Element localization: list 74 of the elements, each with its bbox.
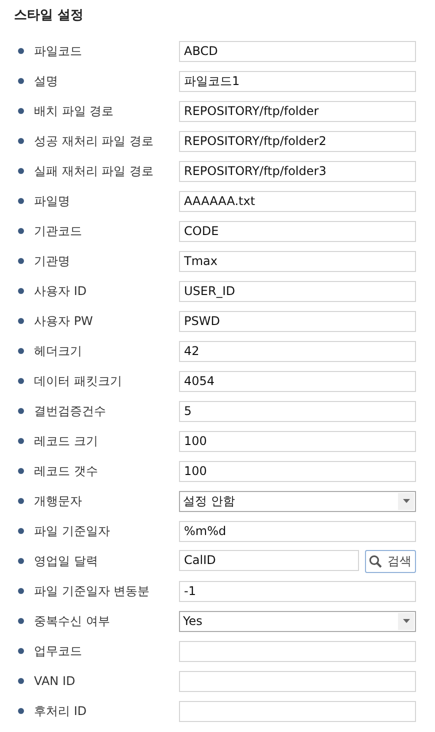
input-field[interactable]: AAAAAA.txt xyxy=(179,190,416,212)
section-title: 스타일 설정 xyxy=(14,7,85,24)
bullet-icon xyxy=(18,288,24,294)
bullet-icon xyxy=(18,468,24,474)
dropdown[interactable]: Yes xyxy=(179,610,416,632)
input-field[interactable] xyxy=(179,670,416,692)
input-field[interactable]: 100 xyxy=(179,430,416,452)
field-label: 파일명 xyxy=(34,192,70,210)
input-field[interactable]: USER_ID xyxy=(179,280,416,302)
field-label: 배치 파일 경로 xyxy=(34,102,114,120)
field-label: 파일 기준일자 xyxy=(34,522,110,540)
search-icon xyxy=(369,554,382,568)
input-field[interactable]: %m%d xyxy=(179,520,416,542)
input-field[interactable]: CalID xyxy=(179,550,359,570)
bullet-icon xyxy=(18,378,24,384)
field-label: 결번검증건수 xyxy=(34,402,106,420)
dropdown[interactable]: 설정 안함 xyxy=(179,490,416,512)
bullet-icon xyxy=(18,498,24,504)
input-field[interactable]: REPOSITORY/ftp/folder3 xyxy=(179,160,416,182)
input-field[interactable]: 42 xyxy=(179,340,416,362)
caret-icon xyxy=(402,619,410,623)
field-label: 실패 재처리 파일 경로 xyxy=(34,162,154,180)
field-label: 업무코드 xyxy=(34,642,82,660)
field-label: 레코드 크기 xyxy=(34,432,98,450)
bullet-icon xyxy=(18,588,24,594)
field-label: 헤더크기 xyxy=(34,342,82,360)
field-label: 데이터 패킷크기 xyxy=(34,372,122,390)
field-label: 설명 xyxy=(34,72,58,90)
field-label: 파일코드 xyxy=(34,42,82,60)
caret-icon xyxy=(402,499,410,503)
field-label: 기관코드 xyxy=(34,222,82,240)
bullet-icon xyxy=(18,228,24,234)
field-label: VAN ID xyxy=(34,674,76,688)
input-field[interactable]: PSWD xyxy=(179,310,416,332)
bullet-icon xyxy=(18,78,24,84)
input-field[interactable]: CODE xyxy=(179,220,416,242)
bullet-icon xyxy=(18,138,24,144)
bullet-icon xyxy=(18,678,24,684)
input-field[interactable]: REPOSITORY/ftp/folder xyxy=(179,100,416,122)
field-label: 후처리 ID xyxy=(34,702,87,720)
field-label: 기관명 xyxy=(34,252,70,270)
field-label: 영업일 달력 xyxy=(34,552,98,570)
bullet-icon xyxy=(18,648,24,654)
bullet-icon xyxy=(18,408,24,414)
field-label: 사용자 PW xyxy=(34,312,93,330)
bullet-icon xyxy=(18,348,24,354)
bullet-icon xyxy=(18,258,24,264)
field-label: 중복수신 여부 xyxy=(34,612,110,630)
bullet-icon xyxy=(18,618,24,624)
bullet-icon xyxy=(18,108,24,114)
input-field[interactable]: 파일코드1 xyxy=(179,70,416,92)
input-field[interactable]: 5 xyxy=(179,400,416,422)
input-field[interactable]: Tmax xyxy=(179,250,416,272)
bullet-icon xyxy=(18,198,24,204)
input-field[interactable]: 100 xyxy=(179,460,416,482)
field-label: 성공 재처리 파일 경로 xyxy=(34,132,154,150)
input-field[interactable]: 4054 xyxy=(179,370,416,392)
field-label: 레코드 갯수 xyxy=(34,462,98,480)
input-field[interactable]: -1 xyxy=(179,580,416,602)
input-field[interactable] xyxy=(179,700,416,722)
field-label: 개행문자 xyxy=(34,492,82,510)
field-label: 파일 기준일자 변동분 xyxy=(34,582,150,600)
input-field[interactable] xyxy=(179,640,416,662)
bullet-icon xyxy=(18,168,24,174)
bullet-icon xyxy=(18,558,24,564)
input-field[interactable]: REPOSITORY/ftp/folder2 xyxy=(179,130,416,152)
bullet-icon xyxy=(18,318,24,324)
bullet-icon xyxy=(18,708,24,714)
search-button[interactable]: 검색 xyxy=(364,550,416,572)
bullet-icon xyxy=(18,528,24,534)
field-label: 사용자 ID xyxy=(34,282,87,300)
bullet-icon xyxy=(18,48,24,54)
input-field[interactable]: ABCD xyxy=(179,40,416,62)
bullet-icon xyxy=(18,438,24,444)
